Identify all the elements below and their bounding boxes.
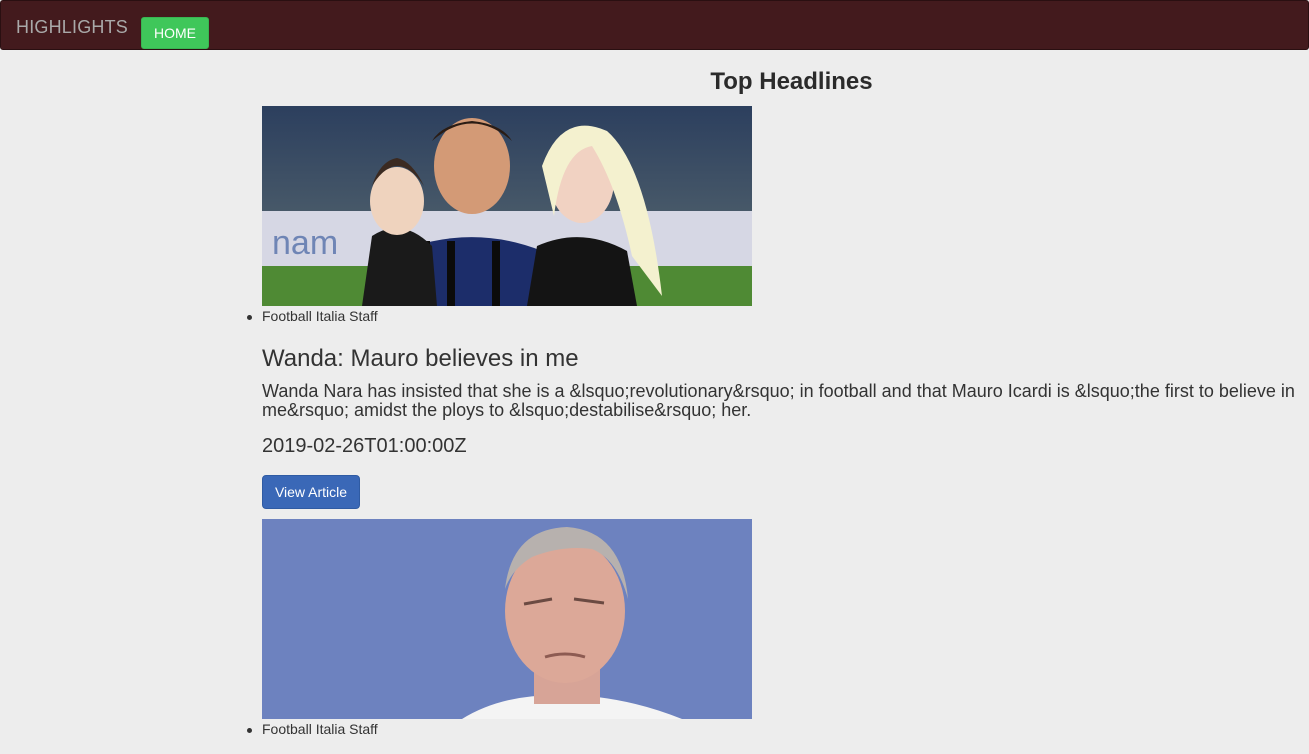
article-author: Football Italia Staff <box>247 308 378 324</box>
top-navbar: HIGHLIGHTS HOME <box>0 0 1309 50</box>
article-headline: Wanda: Mauro believes in me <box>262 345 579 372</box>
page-title: Top Headlines <box>710 68 873 95</box>
home-button[interactable]: HOME <box>141 17 209 49</box>
article-image: nam <box>262 106 752 306</box>
article-published-date: 2019-02-26T01:00:00Z <box>262 435 467 457</box>
view-article-button[interactable]: View Article <box>262 475 360 509</box>
article-author: Football Italia Staff <box>247 721 378 737</box>
article-image <box>262 519 752 719</box>
article-description: Wanda Nara has insisted that she is a &l… <box>262 381 1295 420</box>
svg-text:nam: nam <box>272 224 338 262</box>
brand-link[interactable]: HIGHLIGHTS <box>16 17 128 38</box>
